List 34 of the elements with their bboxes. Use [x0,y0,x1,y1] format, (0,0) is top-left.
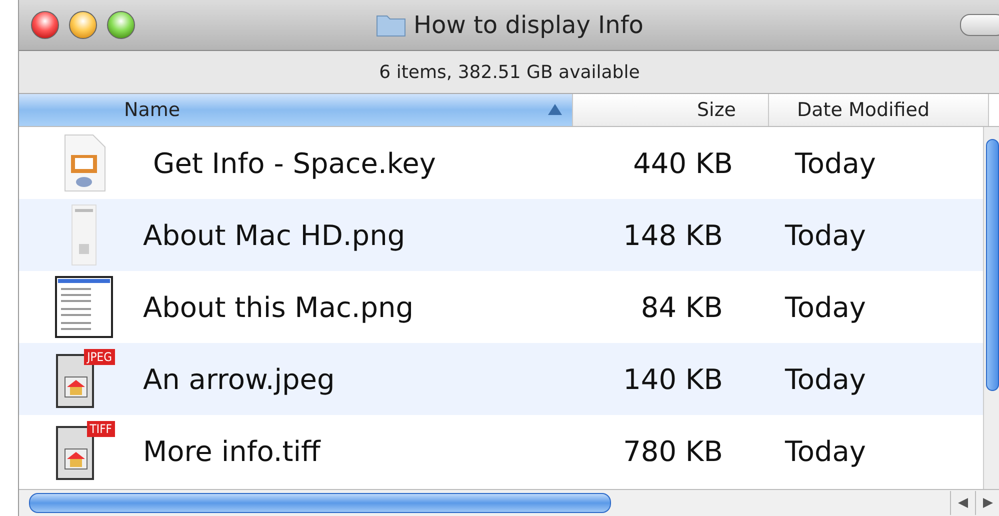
minimize-button[interactable] [69,11,97,39]
file-size: 140 KB [622,362,723,396]
file-size: 780 KB [622,434,723,468]
date-modified: Today [785,362,866,396]
file-name[interactable]: An arrow.jpeg [119,362,563,396]
vertical-scrollbar[interactable] [983,127,999,489]
file-size: 440 KB [632,146,733,180]
close-button[interactable] [31,11,59,39]
scroll-thumb[interactable] [29,493,611,513]
column-header[interactable]: Name [19,94,573,126]
scroll-thumb[interactable] [986,139,999,391]
file-name[interactable]: About Mac HD.png [119,218,563,252]
file-size: 84 KB [640,290,723,324]
zoom-button[interactable] [107,11,135,39]
date-modified: Today [785,434,866,468]
horizontal-scrollbar[interactable] [19,489,999,516]
column-header[interactable]: Size [573,94,769,126]
date-modified: Today [785,290,866,324]
folder-icon [376,13,406,37]
window-title: How to display Info [414,11,644,39]
file-name[interactable]: About this Mac.png [119,290,563,324]
date-modified: Today [795,146,876,180]
toolbar-toggle-button[interactable] [960,14,999,36]
column-header[interactable]: Date Modified [769,94,989,126]
status-text: 6 items, 382.51 GB available [379,62,640,82]
file-size: 148 KB [622,218,723,252]
left-arrow-icon [958,498,968,508]
file-name[interactable]: Get Info - Space.key [119,146,573,180]
sort-arrow-icon [548,104,562,115]
file-name[interactable]: More info.tiff [119,434,563,468]
menu-screenshot-icon [55,276,113,338]
right-arrow-icon [983,498,993,508]
date-modified: Today [785,218,866,252]
document-thumbnail-icon [71,204,97,266]
